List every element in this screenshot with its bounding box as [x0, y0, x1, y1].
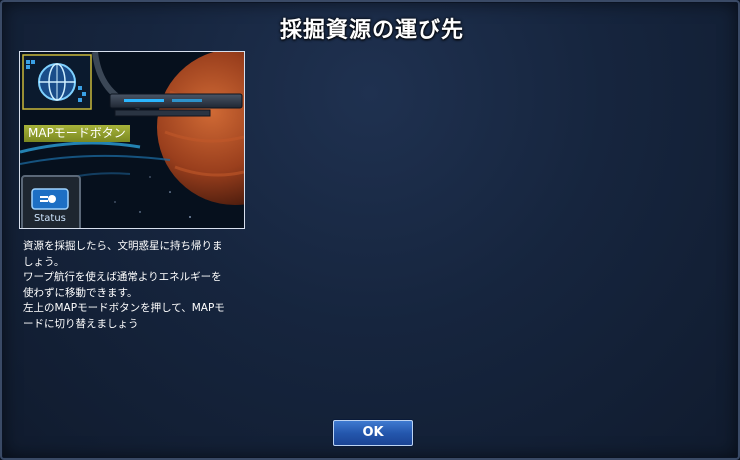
map-mode-callout-label: MAPモードボタン	[24, 125, 130, 142]
tutorial-preview-image: MAPモードボタン Status	[19, 51, 245, 229]
map-mode-button-highlight	[22, 54, 92, 110]
description-line: 使わずに移動できます。	[23, 286, 138, 299]
ok-button[interactable]: OK	[333, 420, 413, 446]
status-label: Status	[34, 213, 66, 224]
description-line: ードに切り替えましょう	[23, 317, 139, 330]
tutorial-description: 資源を採掘したら、文明惑星に持ち帰りま しょう。 ワープ航行を使えば通常よりエネ…	[23, 239, 245, 332]
description-line: 左上のMAPモードボタンを押して、MAPモ	[23, 302, 225, 314]
description-line: ワープ航行を使えば通常よりエネルギーを	[23, 271, 222, 283]
description-line: しょう。	[23, 255, 65, 268]
tutorial-dialog: 採掘資源の運び先 MAPモードボタン Status 資源を採掘したら、文明惑星に…	[0, 0, 740, 460]
description-line: 資源を採掘したら、文明惑星に持ち帰りま	[23, 240, 223, 252]
map-mode-globe-icon	[38, 63, 76, 101]
dialog-title: 採掘資源の運び先	[279, 18, 464, 43]
